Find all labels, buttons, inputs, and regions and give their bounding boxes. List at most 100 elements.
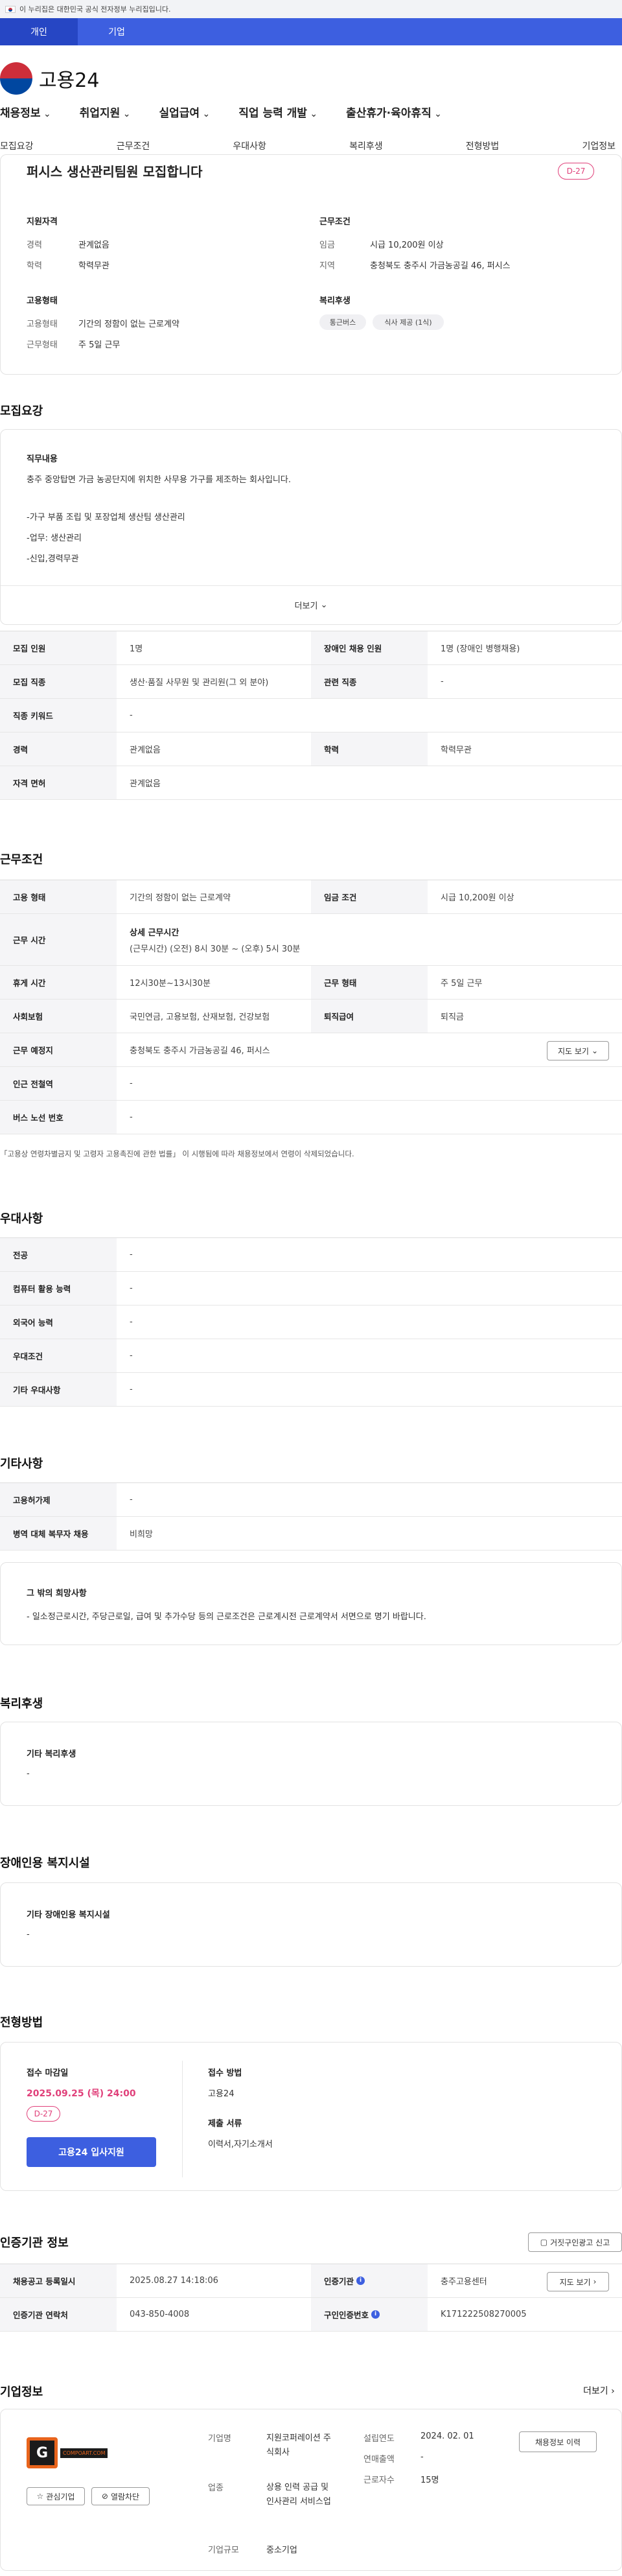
biz-value: 상용 인력 공급 및 인사관리 서비스업 [266, 2483, 331, 2507]
company-more-link[interactable]: 더보기 › [583, 2384, 615, 2397]
sales-key: 연매출액 [363, 2455, 395, 2465]
subnav-welfare[interactable]: 복리후생 [349, 139, 383, 152]
star-icon: ☆ [36, 2492, 44, 2501]
qual-label: 지원자격 [27, 217, 58, 227]
table-row: 고용허가제 - [0, 1483, 622, 1517]
block-icon: ⊘ [101, 2492, 108, 2501]
gnb-maternity-leave[interactable]: 출산휴가·육아휴직 [346, 104, 442, 120]
chevron-down-icon: ⌄ [320, 600, 328, 610]
table-row: 자격 면허 관계없음 [0, 766, 622, 800]
apply-button[interactable]: 고용24 입사지원 [27, 2137, 156, 2167]
est-key: 설립연도 [363, 2434, 395, 2444]
emptype-key: 고용형태 [27, 320, 58, 329]
row-value: 1명 [130, 644, 143, 654]
tab-company[interactable]: 기업 [78, 18, 156, 45]
deadline-value: 2025.09.25 (목) 24:00 [27, 2089, 136, 2099]
info-icon[interactable]: i [356, 2277, 365, 2285]
row-key: 근무 시간 [0, 914, 117, 965]
table-row: 고용 형태 기간의 정함이 없는 근로계약 임금 조건 시급 10,200원 이상 [0, 880, 622, 914]
table-row: 직종 키워드 - [0, 699, 622, 732]
cert-no-key: 구인인증번호 [324, 2310, 369, 2320]
subnav-selection[interactable]: 전형방법 [466, 139, 500, 152]
work-label: 근무조건 [319, 217, 351, 227]
more-button[interactable]: 더보기 ⌄ [1, 585, 621, 624]
subnav-preferences[interactable]: 우대사항 [233, 139, 266, 152]
workform-key: 근무형태 [27, 340, 58, 350]
row-value: 1명 (장애인 병행채용) [441, 644, 520, 654]
welfare-label: 복리후생 [319, 296, 351, 306]
row-key: 모집 직종 [0, 665, 117, 698]
duty-label: 직무내용 [27, 454, 58, 464]
info-icon[interactable]: i [371, 2310, 380, 2319]
map-view-button[interactable]: 지도 보기 ⌄ [547, 1041, 609, 1060]
block-view-button[interactable]: ⊘ 열람차단 [91, 2487, 150, 2505]
company-name-value: 지원코퍼레이션 주식회사 [266, 2433, 331, 2457]
cert-title: 인증기관 정보 [0, 2236, 69, 2250]
row-value: 학력무관 [441, 745, 472, 755]
career-key: 경력 [27, 240, 42, 250]
user-type-tabs: 개인 기업 [0, 18, 622, 45]
summary-card: 퍼시스 생산관리팀원 모집합니다 D-27 지원자격 경력 관계없음 학력 학력… [0, 154, 622, 375]
duty-line: -업무: 생산관리 [27, 533, 82, 543]
row-value: - [130, 710, 133, 720]
company-title: 기업정보 [0, 2385, 43, 2399]
row-value: - [130, 1112, 133, 1122]
biz-key: 업종 [208, 2483, 224, 2493]
table-row: 채용공고 등록일시 2025.08.27 14:18:06 인증기관 i 충주고용센터… [0, 2264, 622, 2298]
duty-card: 직무내용 충주 중앙탑면 가금 농공단지에 위치한 사무용 가구를 제조하는 회… [0, 429, 622, 625]
row-key: 우대조건 [0, 1339, 117, 1372]
map-btn-label: 지도 보기 [557, 1046, 589, 1056]
welfare-card: 기타 복리후생 - [0, 1722, 622, 1806]
company-logo-text: COMPOART.COM [60, 2448, 108, 2458]
disabled-card: 기타 장애인용 복지시설 - [0, 1882, 622, 1967]
gnb-jobs[interactable]: 채용정보 [0, 104, 51, 120]
subnav-company[interactable]: 기업정보 [582, 139, 616, 152]
chevron-down-icon: ⌄ [591, 1046, 599, 1055]
row-key: 장애인 채용 인원 [311, 631, 428, 664]
favorite-company-button[interactable]: ☆ 관심기업 [27, 2487, 85, 2505]
row-key: 구인인증번호 i [311, 2298, 428, 2331]
row-key: 관련 직종 [311, 665, 428, 698]
duty-line: 충주 중앙탑면 가금 농공단지에 위치한 사무용 가구를 제조하는 회사입니다. [27, 475, 291, 485]
gnb-unemployment-benefit[interactable]: 실업급여 [159, 104, 211, 120]
gnb-employment-support[interactable]: 취업지원 [80, 104, 131, 120]
apply-card: 접수 마감일 2025.09.25 (목) 24:00 D-27 고용24 입사… [0, 2042, 622, 2191]
chevron-right-icon: › [593, 2277, 597, 2286]
wish-text: - 일소정근로시간, 주당근로일, 급여 및 추가수당 등의 근로조건은 근로계… [27, 1612, 426, 1622]
region-key: 지역 [319, 261, 335, 271]
job-title: 퍼시스 생산관리팀원 모집합니다 [27, 164, 203, 180]
method-label: 접수 방법 [208, 2068, 242, 2078]
site-logo[interactable]: 고용24 [0, 62, 99, 95]
row-key: 인증기관 연락처 [0, 2298, 117, 2331]
subnav-recruit[interactable]: 모집요강 [0, 139, 34, 152]
pref-table: 전공 - 컴퓨터 활용 능력 - 외국어 능력 - 우대조건 - 기타 우대사항 - [0, 1237, 622, 1407]
gnb-vocational-training[interactable]: 직업 능력 개발 [238, 104, 317, 120]
workform-value: 주 5일 근무 [78, 340, 121, 350]
welfare-tag: 통근버스 [319, 314, 366, 330]
row-value: 12시30분~13시30분 [130, 979, 211, 989]
apply-title: 전형방법 [0, 2016, 43, 2030]
deadline-label: 접수 마감일 [27, 2068, 69, 2078]
row-key: 인근 전철역 [0, 1067, 117, 1100]
job-history-button[interactable]: 채용정보 이력 [519, 2431, 597, 2452]
row-value: - [130, 1385, 133, 1394]
row-value: 2025.08.27 14:18:06 [130, 2276, 218, 2286]
tab-personal[interactable]: 개인 [0, 18, 78, 45]
row-value: 043-850-4008 [130, 2310, 190, 2319]
row-value: - [130, 1079, 133, 1088]
duty-line: -가구 부품 조립 및 포장업체 생산팀 생산관리 [27, 513, 185, 522]
table-row: 병역 대체 복무자 채용 비희망 [0, 1517, 622, 1551]
cert-table: 채용공고 등록일시 2025.08.27 14:18:06 인증기관 i 충주고용센터… [0, 2264, 622, 2332]
row-value: 퇴직금 [441, 1013, 464, 1022]
row-key: 버스 노선 번호 [0, 1101, 117, 1134]
table-row: 모집 인원 1명 장애인 채용 인원 1명 (장애인 병행채용) [0, 631, 622, 665]
report-ad-button[interactable]: ▢ 거짓구인광고 신고 [528, 2232, 622, 2252]
company-logo-mark-icon: G [27, 2437, 58, 2468]
fav-label: 관심기업 [46, 2492, 75, 2501]
size-key: 기업규모 [208, 2546, 239, 2555]
korea-flag-icon [5, 5, 16, 13]
report-btn-label: 거짓구인광고 신고 [550, 2238, 610, 2247]
row-key: 임금 조건 [311, 880, 428, 913]
subnav-conditions[interactable]: 근무조건 [117, 139, 150, 152]
cert-map-button[interactable]: 지도 보기 › [547, 2272, 609, 2291]
